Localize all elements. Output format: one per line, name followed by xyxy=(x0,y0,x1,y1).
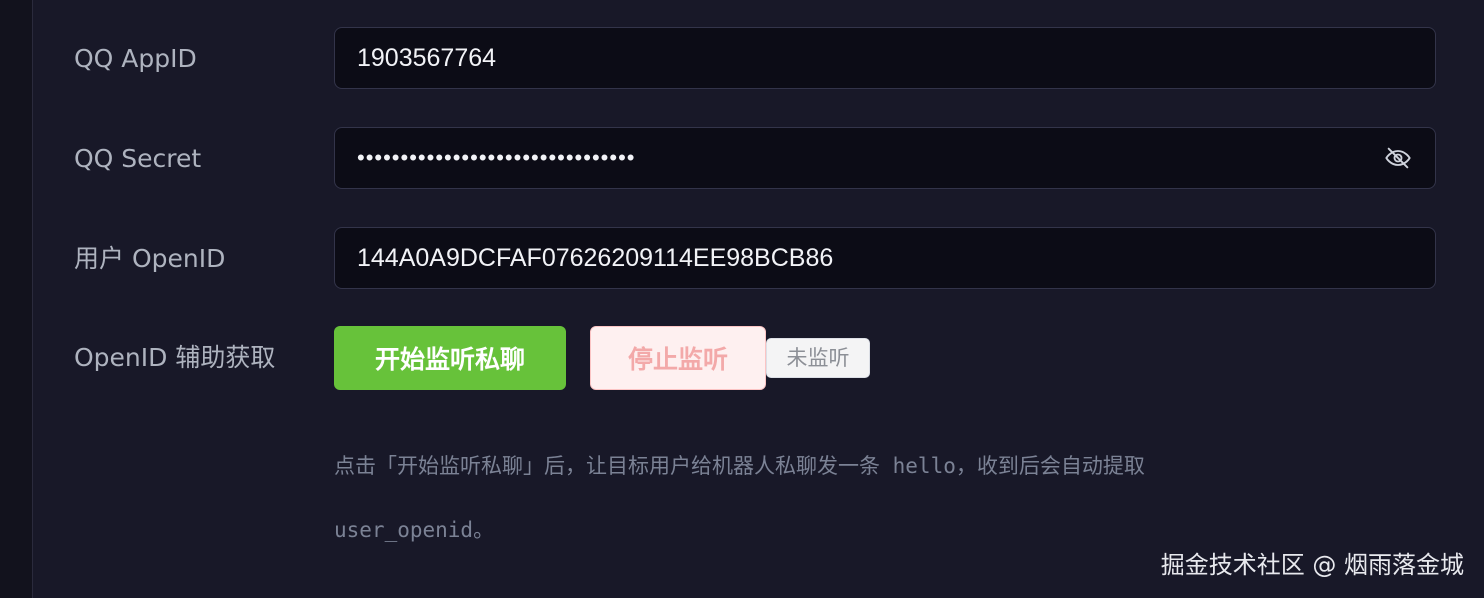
secret-field-wrapper xyxy=(334,127,1436,189)
assist-label: OpenID 辅助获取 xyxy=(74,343,276,372)
watermark: 掘金技术社区 @ 烟雨落金城 xyxy=(1160,551,1464,579)
form-row-appid: QQ AppID xyxy=(74,27,1438,91)
secret-input[interactable] xyxy=(357,128,1383,188)
stop-listen-button[interactable]: 停止监听 xyxy=(590,326,766,390)
form-row-openid: 用户 OpenID xyxy=(74,227,1438,291)
eye-off-icon[interactable] xyxy=(1383,143,1413,173)
appid-label: QQ AppID xyxy=(74,44,197,73)
form-row-assist: OpenID 辅助获取 开始监听私聊 停止监听 未监听 xyxy=(74,326,1438,390)
form-row-secret: QQ Secret xyxy=(74,127,1438,191)
openid-label: 用户 OpenID xyxy=(74,244,226,273)
assist-hint-text: 点击「开始监听私聊」后，让目标用户给机器人私聊发一条 hello，收到后会自动提… xyxy=(334,454,1145,542)
secret-label: QQ Secret xyxy=(74,144,202,173)
start-listen-button[interactable]: 开始监听私聊 xyxy=(334,326,566,390)
listen-status-badge: 未监听 xyxy=(766,338,870,378)
appid-input[interactable] xyxy=(357,28,1413,88)
appid-field-wrapper xyxy=(334,27,1436,89)
openid-input[interactable] xyxy=(357,228,1413,288)
left-panel-edge xyxy=(0,0,33,598)
openid-field-wrapper xyxy=(334,227,1436,289)
